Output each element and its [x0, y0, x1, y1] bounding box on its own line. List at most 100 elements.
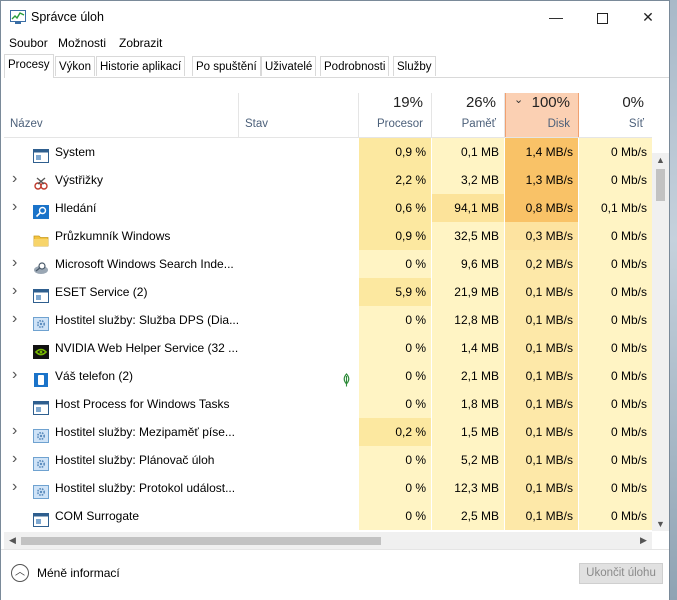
footer-bar: ︿ Méně informací Ukončit úlohu: [1, 549, 669, 600]
title-bar[interactable]: Správce úloh — ✕: [1, 1, 669, 33]
process-disk-cell: 0,1 MB/s: [505, 362, 579, 390]
table-row[interactable]: › Hledání 0,6 % 94,1 MB 0,8 MB/s 0,1 Mb/s: [4, 194, 652, 222]
expand-chevron-icon[interactable]: ›: [12, 418, 17, 445]
column-cpu-label: Procesor: [376, 118, 423, 130]
expand-chevron-icon[interactable]: ›: [12, 362, 17, 389]
process-network-cell: 0 Mb/s: [579, 446, 652, 474]
expand-chevron-icon[interactable]: ›: [12, 166, 17, 193]
tab-performance[interactable]: Výkon: [55, 56, 95, 76]
scroll-right-arrow-icon[interactable]: ▶: [635, 532, 652, 549]
table-row[interactable]: Průzkumník Windows 0,9 % 32,5 MB 0,3 MB/s 0 …: [4, 222, 652, 250]
table-row[interactable]: › Váš telefon (2) 0 % 2,1 MB 0,1 MB/s 0 Mb/s: [4, 362, 652, 390]
expand-chevron-icon[interactable]: ›: [12, 250, 17, 277]
scroll-left-arrow-icon[interactable]: ◀: [4, 532, 21, 549]
menu-soubor[interactable]: Soubor: [9, 36, 48, 50]
process-network-cell: 0,1 Mb/s: [579, 194, 652, 222]
process-name-cell: NVIDIA Web Helper Service (32 ...: [4, 334, 239, 362]
phone-icon: [33, 369, 49, 387]
process-status-cell: [239, 474, 359, 502]
close-button[interactable]: ✕: [625, 1, 671, 33]
process-cpu-cell: 0 %: [359, 474, 432, 502]
process-name: Hostitel služby: Protokol událost...: [55, 481, 236, 495]
process-disk-cell: 1,3 MB/s: [505, 166, 579, 194]
cpu-total-percent: 19%: [392, 94, 423, 111]
vertical-scroll-thumb[interactable]: [656, 169, 665, 201]
process-cpu-cell: 0 %: [359, 334, 432, 362]
scroll-up-arrow-icon[interactable]: ▲: [652, 153, 669, 167]
process-memory-cell: 2,1 MB: [432, 362, 505, 390]
tab-processes[interactable]: Procesy: [4, 54, 54, 78]
process-memory-cell: 2,5 MB: [432, 502, 505, 530]
process-name-cell: › Hostitel služby: Služba DPS (Dia...: [4, 306, 239, 334]
process-status-cell: [239, 138, 359, 166]
system-window-icon: [33, 397, 49, 415]
table-row[interactable]: › Hostitel služby: Plánovač úloh 0 % 5,2 MB…: [4, 446, 652, 474]
process-network-cell: 0 Mb/s: [579, 166, 652, 194]
expand-chevron-icon[interactable]: ›: [12, 474, 17, 501]
scroll-down-arrow-icon[interactable]: ▼: [652, 517, 669, 531]
expand-chevron-icon[interactable]: ›: [12, 278, 17, 305]
tab-services[interactable]: Služby: [393, 56, 436, 76]
search-indexer-icon: [33, 257, 49, 274]
expand-chevron-icon[interactable]: ›: [12, 446, 17, 473]
horizontal-scroll-thumb[interactable]: [21, 537, 381, 545]
process-memory-cell: 3,2 MB: [432, 166, 505, 194]
table-row[interactable]: › Microsoft Windows Search Inde... 0 % 9,6 …: [4, 250, 652, 278]
process-name: Hostitel služby: Plánovač úloh: [55, 453, 215, 467]
process-network-cell: 0 Mb/s: [579, 390, 652, 418]
process-name-cell: Host Process for Windows Tasks: [4, 390, 239, 418]
process-disk-cell: 0,1 MB/s: [505, 418, 579, 446]
tab-app-history[interactable]: Historie aplikací: [96, 56, 186, 76]
table-row[interactable]: › ESET Service (2) 5,9 % 21,9 MB 0,1 MB/s 0 M…: [4, 278, 652, 306]
column-header-disk[interactable]: ⌄ 100% Disk: [505, 93, 579, 137]
process-memory-cell: 0,1 MB: [432, 138, 505, 166]
process-disk-cell: 1,4 MB/s: [505, 138, 579, 166]
table-row[interactable]: › Výstřižky 2,2 % 3,2 MB 1,3 MB/s 0 Mb/s: [4, 166, 652, 194]
table-row[interactable]: › Hostitel služby: Protokol událost... 0 %…: [4, 474, 652, 502]
process-name: NVIDIA Web Helper Service (32 ...: [55, 341, 239, 355]
end-task-button[interactable]: Ukončit úlohu: [579, 563, 663, 584]
menu-zobrazit[interactable]: Zobrazit: [119, 36, 162, 50]
menu-moznosti[interactable]: Možnosti: [58, 36, 106, 50]
process-network-cell: 0 Mb/s: [579, 418, 652, 446]
column-header-network[interactable]: 0% Síť: [579, 93, 652, 137]
process-name: ESET Service (2): [55, 285, 148, 299]
process-name: Microsoft Windows Search Inde...: [55, 257, 234, 271]
table-row[interactable]: System 0,9 % 0,1 MB 1,4 MB/s 0 Mb/s: [4, 138, 652, 166]
column-header-memory[interactable]: 26% Paměť: [432, 93, 505, 137]
tab-users[interactable]: Uživatelé: [261, 56, 317, 76]
memory-total-percent: 26%: [465, 94, 496, 111]
horizontal-scrollbar[interactable]: ◀ ▶: [4, 532, 652, 549]
minimize-button[interactable]: —: [533, 1, 579, 33]
process-disk-cell: 0,1 MB/s: [505, 474, 579, 502]
process-disk-cell: 0,1 MB/s: [505, 278, 579, 306]
table-row[interactable]: COM Surrogate 0 % 2,5 MB 0,1 MB/s 0 Mb/s: [4, 502, 652, 530]
expand-chevron-icon[interactable]: ›: [12, 306, 17, 333]
gear-icon: [33, 425, 49, 443]
expand-chevron-icon[interactable]: ›: [12, 194, 17, 221]
process-cpu-cell: 0 %: [359, 502, 432, 530]
process-name-cell: › ESET Service (2): [4, 278, 239, 306]
process-disk-cell: 0,8 MB/s: [505, 194, 579, 222]
column-header-status[interactable]: Stav: [239, 93, 359, 137]
column-header-name[interactable]: Název: [4, 93, 239, 137]
folder-icon: [33, 229, 49, 247]
table-header: Název Stav 19% Procesor 26% Paměť ⌄ 100%…: [4, 93, 652, 138]
process-status-cell: [239, 306, 359, 334]
maximize-button[interactable]: [579, 1, 625, 33]
collapse-chevron-icon[interactable]: ︿: [11, 564, 29, 582]
table-row[interactable]: › Hostitel služby: Služba DPS (Dia... 0 % 1…: [4, 306, 652, 334]
tab-startup[interactable]: Po spuštění: [192, 56, 261, 76]
table-row[interactable]: › Hostitel služby: Mezipaměť píse... 0,2 %…: [4, 418, 652, 446]
column-header-cpu[interactable]: 19% Procesor: [359, 93, 432, 137]
minimize-icon: —: [549, 9, 563, 25]
table-row[interactable]: NVIDIA Web Helper Service (32 ... 0 % 1,4 …: [4, 334, 652, 362]
process-status-cell: [239, 250, 359, 278]
table-row[interactable]: Host Process for Windows Tasks 0 % 1,8 MB 0…: [4, 390, 652, 418]
tab-details[interactable]: Podrobnosti: [320, 56, 390, 76]
nvidia-icon: [33, 341, 49, 359]
process-network-cell: 0 Mb/s: [579, 306, 652, 334]
vertical-scrollbar[interactable]: ▲ ▼: [652, 153, 669, 531]
less-details-link[interactable]: Méně informací: [37, 566, 120, 580]
column-name-label: Název: [10, 118, 43, 130]
